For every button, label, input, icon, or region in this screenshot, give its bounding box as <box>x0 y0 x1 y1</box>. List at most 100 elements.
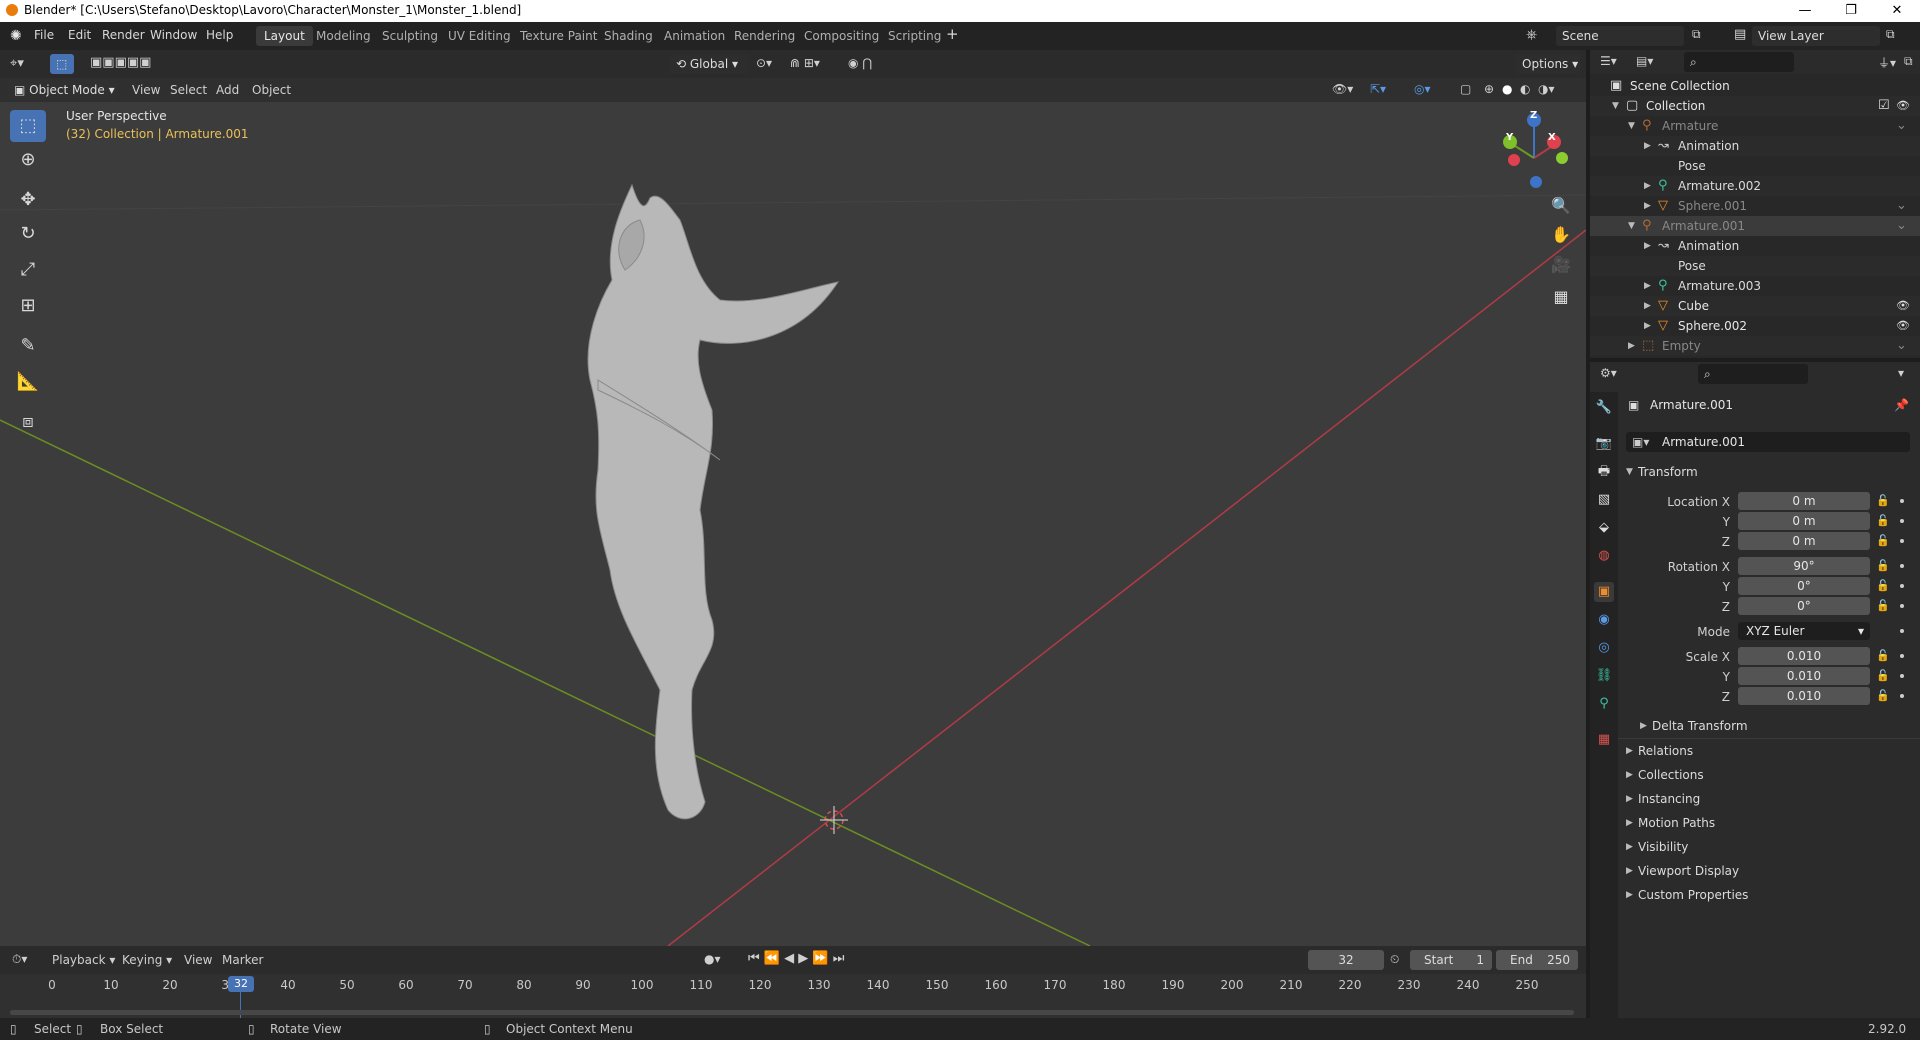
menu-edit[interactable]: Edit <box>68 28 91 42</box>
collapsed-chevron-icon[interactable]: ▶ <box>1644 236 1651 256</box>
location-x-field[interactable]: 0 m <box>1738 492 1870 510</box>
rendered-shading-icon[interactable]: ◑▾ <box>1538 82 1555 96</box>
viewport-display-panel[interactable]: ▶ Viewport Display <box>1618 860 1920 882</box>
collapsed-chevron-icon[interactable]: ▶ <box>1644 176 1651 196</box>
visibility-panel[interactable]: ▶ Visibility <box>1618 836 1920 858</box>
pin-icon[interactable]: 📌 <box>1894 398 1909 412</box>
snap-icon[interactable]: ⋒ ⊞▾ <box>790 56 820 70</box>
rotation-x-field[interactable]: 90° <box>1738 557 1870 575</box>
scale-z-field[interactable]: 0.010 <box>1738 687 1870 705</box>
camera-view-button[interactable]: 🎥 <box>1548 252 1574 278</box>
keyframe-dot-icon[interactable] <box>1900 584 1904 588</box>
outliner-row[interactable]: Pose <box>1590 156 1920 176</box>
scale-tool[interactable]: ⤢ <box>10 254 46 286</box>
viewport-menu-object[interactable]: Object <box>252 83 291 97</box>
checkbox-icon[interactable]: ☑ <box>1878 96 1890 116</box>
menu-window[interactable]: Window <box>150 28 197 42</box>
outliner-row[interactable]: ▶ ↝ Animation <box>1590 236 1920 256</box>
options-dropdown[interactable]: Options ▾ <box>1516 54 1580 74</box>
3d-viewport[interactable]: X Z Y <box>0 50 1586 946</box>
outliner-row[interactable]: ▶ ⚲ Armature.002 <box>1590 176 1920 196</box>
collapsed-chevron-icon[interactable]: ▶ <box>1644 196 1651 216</box>
collapsed-chevron-icon[interactable]: ▶ <box>1628 336 1635 356</box>
solid-shading-icon[interactable]: ● <box>1502 82 1512 96</box>
expanded-chevron-icon[interactable]: ▼ <box>1628 216 1635 236</box>
timeline-menu-playback[interactable]: Playback ▾ <box>52 953 115 967</box>
outliner-row[interactable]: ▶ ↝ Animation <box>1590 136 1920 156</box>
rotation-z-field[interactable]: 0° <box>1738 597 1870 615</box>
lock-icon[interactable]: 🔓 <box>1876 494 1890 507</box>
rotation-y-field[interactable]: 0° <box>1738 577 1870 595</box>
new-collection-icon[interactable]: ⧉ <box>1904 54 1913 69</box>
record-icon[interactable]: ●▾ <box>704 952 721 966</box>
properties-options-icon[interactable]: ▾ <box>1898 366 1904 380</box>
viewport-menu-add[interactable]: Add <box>216 83 239 97</box>
zoom-button[interactable]: 🔍 <box>1548 193 1574 219</box>
select-box-tool[interactable]: ⬚ <box>10 110 46 142</box>
disclosure-icon[interactable]: ⌄ <box>1896 216 1907 236</box>
viewport-menu-view[interactable]: View <box>132 83 160 97</box>
properties-search[interactable]: ⌕ <box>1698 364 1808 384</box>
lock-icon[interactable]: 🔓 <box>1876 689 1890 702</box>
selection-modes-icon[interactable]: ▣▣▣▣▣ <box>90 55 151 70</box>
keyframe-dot-icon[interactable] <box>1900 674 1904 678</box>
select-mode-button[interactable]: ⬚ <box>50 54 74 74</box>
viewport-menu-select[interactable]: Select <box>170 83 207 97</box>
outliner-search[interactable]: ⌕ <box>1684 52 1794 72</box>
lock-icon[interactable]: 🔓 <box>1876 559 1890 572</box>
new-scene-icon[interactable]: ⧉ <box>1692 27 1701 42</box>
mode-dropdown[interactable]: ▣ Object Mode ▾ <box>8 80 118 100</box>
lock-icon[interactable]: 🔓 <box>1876 534 1890 547</box>
add-workspace-icon[interactable]: + <box>946 25 959 43</box>
keyframe-dot-icon[interactable] <box>1900 564 1904 568</box>
xray-icon[interactable]: ▢ <box>1460 82 1471 96</box>
cursor-tool[interactable]: ⊕ <box>10 144 46 176</box>
disclosure-icon[interactable]: ⌄ <box>1896 116 1907 136</box>
tab-compositing[interactable]: Compositing <box>796 26 887 46</box>
collections-panel[interactable]: ▶ Collections <box>1618 764 1920 786</box>
motion-paths-panel[interactable]: ▶ Motion Paths <box>1618 812 1920 834</box>
close-button[interactable]: ✕ <box>1874 0 1920 22</box>
tab-uv-editing[interactable]: UV Editing <box>440 26 519 46</box>
scale-x-field[interactable]: 0.010 <box>1738 647 1870 665</box>
scene-icon[interactable]: ⎈ <box>1526 27 1537 43</box>
annotate-tool[interactable]: ✎ <box>10 330 46 362</box>
relations-panel[interactable]: ▶ Relations <box>1618 740 1920 762</box>
lock-icon[interactable]: 🔓 <box>1876 649 1890 662</box>
instancing-panel[interactable]: ▶ Instancing <box>1618 788 1920 810</box>
properties-editor-icon[interactable]: ⚙▾ <box>1600 366 1617 380</box>
scale-y-field[interactable]: 0.010 <box>1738 667 1870 685</box>
disclosure-icon[interactable]: ⌄ <box>1896 196 1907 216</box>
tool-tab-icon[interactable]: 🔧 <box>1594 398 1614 418</box>
outliner-row[interactable]: ▼ ⚲ Armature.001 ⌄ <box>1590 216 1920 236</box>
outliner-row[interactable]: ▶ ▽ Sphere.001 ⌄ <box>1590 196 1920 216</box>
current-frame-field[interactable]: 32 <box>1308 950 1384 970</box>
outliner-row[interactable]: ▼ ⚲ Armature ⌄ <box>1590 116 1920 136</box>
scene-selector[interactable]: Scene <box>1556 26 1684 46</box>
collapsed-chevron-icon[interactable]: ▶ <box>1644 296 1651 316</box>
move-tool[interactable]: ✥ <box>10 184 46 216</box>
disclosure-icon[interactable]: ⌄ <box>1896 336 1907 356</box>
wireframe-shading-icon[interactable]: ⊕ <box>1484 82 1494 96</box>
collapsed-chevron-icon[interactable]: ▶ <box>1644 316 1651 336</box>
outliner-row[interactable]: ▶ ⚲ Armature.003 <box>1590 276 1920 296</box>
display-mode-icon[interactable]: ▤▾ <box>1636 54 1653 68</box>
clock-icon[interactable]: ⏲ <box>1390 952 1399 967</box>
keyframe-dot-icon[interactable] <box>1900 629 1904 633</box>
maximize-button[interactable]: ❐ <box>1828 0 1874 22</box>
material-shading-icon[interactable]: ◐ <box>1520 82 1530 96</box>
outliner-row[interactable]: ▶ ▽ Sphere.002 👁 <box>1590 316 1920 336</box>
tab-animation[interactable]: Animation <box>656 26 733 46</box>
tab-layout[interactable]: Layout <box>256 26 313 46</box>
tab-texture-paint[interactable]: Texture Paint <box>512 26 605 46</box>
tab-scripting[interactable]: Scripting <box>880 26 949 46</box>
keyframe-dot-icon[interactable] <box>1900 539 1904 543</box>
keyframe-dot-icon[interactable] <box>1900 604 1904 608</box>
collapsed-chevron-icon[interactable]: ▶ <box>1644 136 1651 156</box>
delta-transform-panel[interactable]: ▶ Delta Transform <box>1632 715 1912 737</box>
texture-tab-icon[interactable]: ▦ <box>1594 730 1614 750</box>
tab-sculpting[interactable]: Sculpting <box>374 26 446 46</box>
rotation-mode-dropdown[interactable]: XYZ Euler ▾ <box>1738 622 1870 640</box>
object-datablock-field[interactable]: ▣▾ Armature.001 <box>1626 432 1910 452</box>
new-view-layer-icon[interactable]: ⧉ <box>1886 27 1895 42</box>
